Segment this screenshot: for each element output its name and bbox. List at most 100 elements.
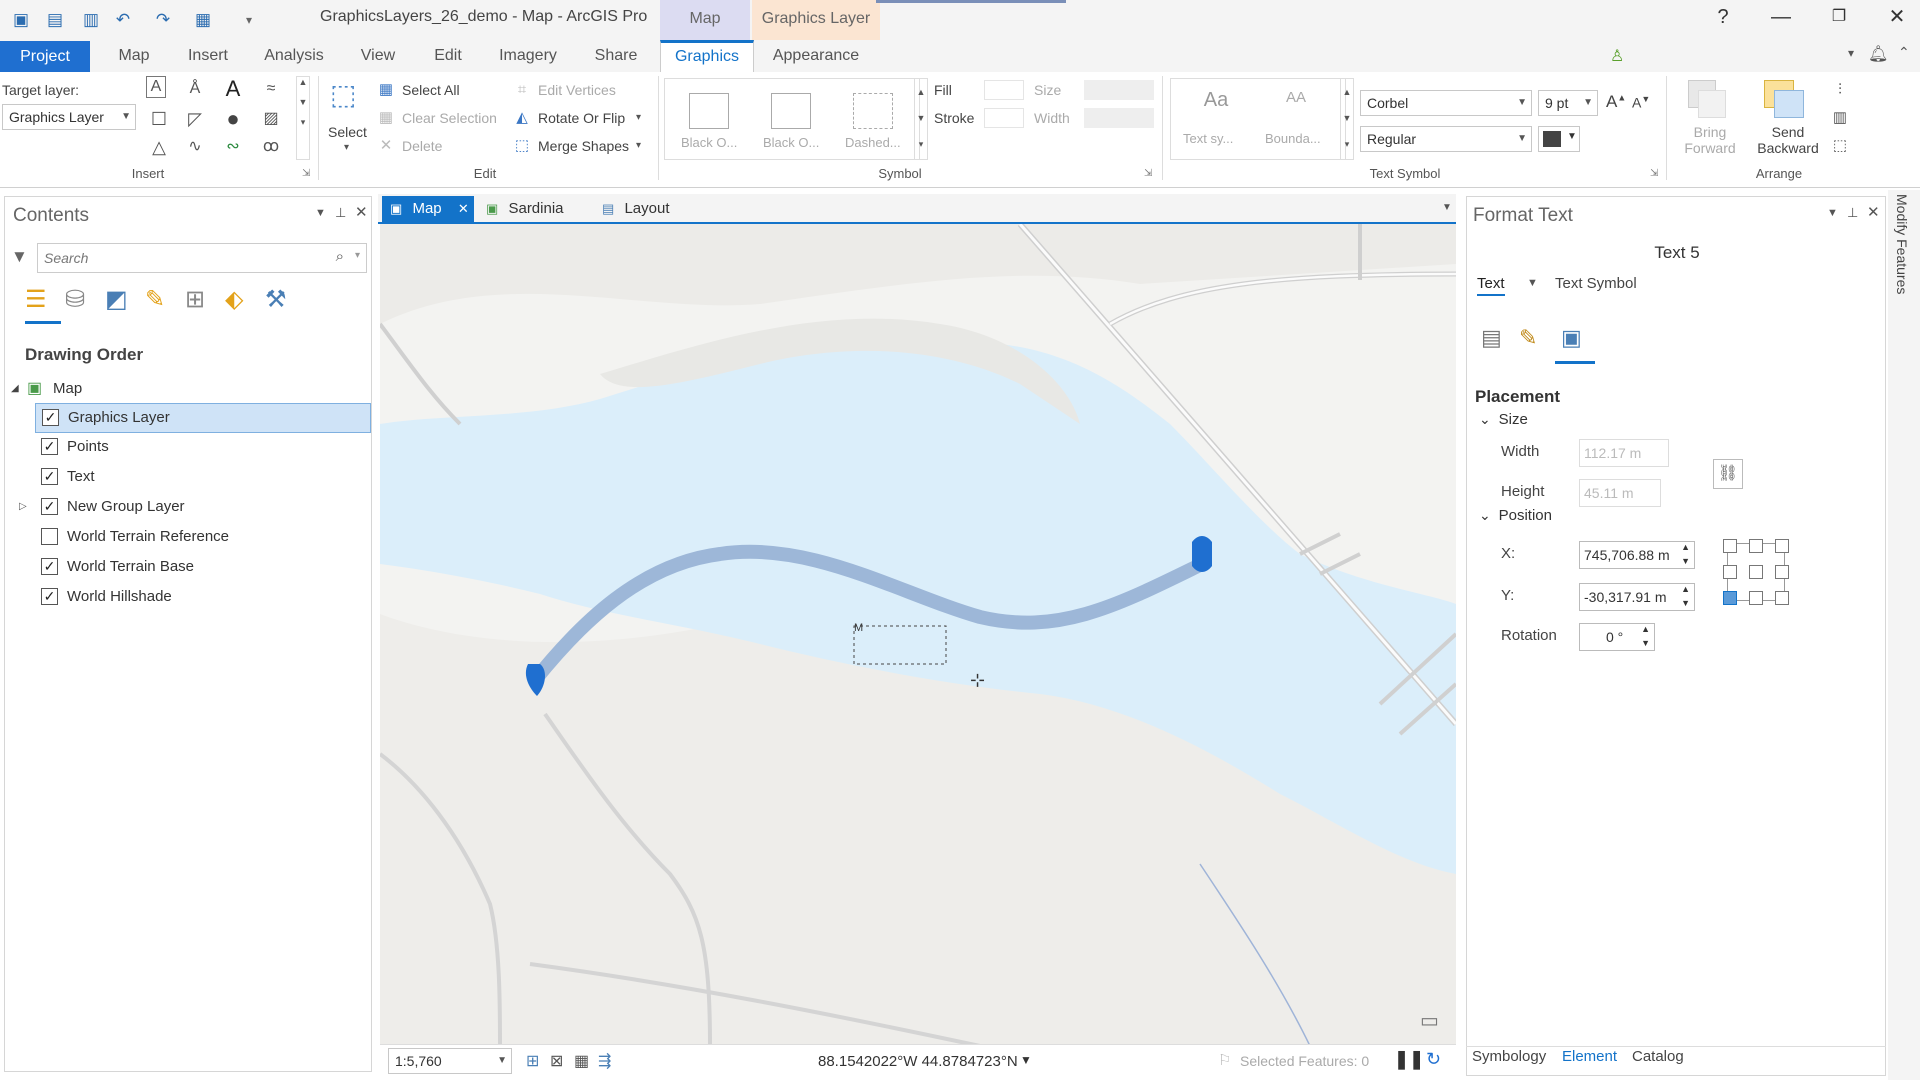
rotation-input[interactable]: 0 ° ▲ ▼ — [1579, 623, 1655, 651]
close-pane-icon[interactable]: ✕ — [1867, 203, 1880, 221]
fill-color-picker[interactable] — [984, 80, 1024, 100]
minimize-button[interactable]: — — [1752, 0, 1810, 36]
anchor-center[interactable] — [1749, 565, 1763, 579]
decrease-font-icon[interactable]: A▼ — [1632, 94, 1650, 111]
filter-icon[interactable]: ▼ — [11, 247, 28, 267]
merge-dropdown-icon[interactable]: ▾ — [636, 140, 641, 151]
pane-options-icon[interactable]: ▼ — [315, 207, 326, 219]
layer-visibility-checkbox[interactable]: ✓ — [41, 498, 58, 515]
toc-layer-row[interactable]: ✓ Points — [35, 433, 371, 463]
bottom-tab-symbology[interactable]: Symbology — [1472, 1048, 1546, 1065]
rotate-dropdown-icon[interactable]: ▾ — [636, 112, 641, 123]
tab-view[interactable]: View — [350, 40, 406, 72]
size-input[interactable] — [1084, 80, 1154, 100]
select-button[interactable]: Select — [328, 124, 367, 140]
group-icon[interactable]: ⬚ — [1830, 136, 1850, 156]
target-layer-dropdown[interactable]: Graphics Layer ▼ — [2, 104, 136, 130]
spinner-arrows-icon[interactable]: ▲ ▼ — [1681, 540, 1690, 568]
anchor-bottom-left[interactable] — [1723, 591, 1737, 605]
width-input[interactable]: 112.17 m — [1579, 439, 1669, 467]
editing-icon[interactable]: ✎ — [145, 285, 165, 314]
text-gallery-scroll[interactable]: ▲ ▼ ▾ — [1340, 78, 1354, 160]
layer-visibility-checkbox[interactable]: ✓ — [41, 468, 58, 485]
position-section-toggle[interactable]: ⌄ Position — [1479, 507, 1552, 524]
pane-options-icon[interactable]: ▼ — [1827, 207, 1838, 219]
close-window-button[interactable]: ✕ — [1868, 0, 1920, 36]
rotate-or-flip-button[interactable]: Rotate Or Flip — [538, 110, 625, 126]
font-style-dropdown[interactable]: Regular ▼ — [1360, 126, 1532, 152]
placement-icon[interactable]: ▣ — [1561, 325, 1582, 351]
pin-icon[interactable]: ⊥ — [335, 205, 346, 221]
gallery-scroll[interactable]: ▲ ▼ ▾ — [296, 76, 310, 160]
tab-graphics[interactable]: Graphics — [660, 40, 754, 72]
pause-drawing-icon[interactable]: ❚❚ — [1394, 1049, 1424, 1070]
reference-scale-icon[interactable]: ⊠ — [550, 1051, 563, 1071]
open-folder-icon[interactable]: ▤ — [44, 9, 66, 31]
lock-aspect-icon[interactable]: ⛓ — [1713, 459, 1743, 489]
spinner-arrows-icon[interactable]: ▲ ▼ — [1641, 622, 1650, 650]
send-backward-button[interactable]: Send Backward — [1756, 124, 1820, 156]
close-pane-icon[interactable]: ✕ — [355, 203, 368, 221]
expand-triangle-icon[interactable]: ▷ — [19, 493, 27, 521]
modify-features-tab[interactable]: Modify Features — [1894, 194, 1910, 294]
size-section-toggle[interactable]: ⌄ Size — [1479, 411, 1528, 428]
send-backward-icon[interactable] — [1764, 80, 1804, 120]
clear-selection-button[interactable]: Clear Selection — [402, 110, 497, 126]
curve-icon[interactable]: ∾ — [220, 134, 246, 160]
text-tool-icon[interactable]: A — [146, 76, 166, 98]
anchor-top-center[interactable] — [1749, 539, 1763, 553]
select-dropdown-icon[interactable]: ▾ — [344, 142, 349, 153]
layer-visibility-checkbox[interactable]: ✓ — [41, 588, 58, 605]
view-tab-layout[interactable]: ▤ Layout — [602, 196, 702, 222]
tab-imagery[interactable]: Imagery — [490, 40, 566, 72]
contents-search-input[interactable]: Search ⌕ ▾ — [37, 243, 367, 273]
tab-map[interactable]: Map — [104, 40, 164, 72]
increase-font-icon[interactable]: A▲ — [1606, 92, 1626, 112]
labeling-icon[interactable]: ⬖ — [225, 285, 243, 314]
font-family-dropdown[interactable]: Corbel ▼ — [1360, 90, 1532, 116]
distribute-icon[interactable]: ▥ — [1830, 108, 1850, 128]
edit-vertices-button[interactable]: Edit Vertices — [538, 82, 616, 98]
format-tab-text[interactable]: Text — [1477, 275, 1505, 296]
pin-icon[interactable]: ⊥ — [1847, 205, 1858, 221]
anchor-point-grid[interactable] — [1723, 539, 1791, 607]
text-symbol-swatch-glyph[interactable]: Aa — [1181, 89, 1251, 112]
anchor-top-right[interactable] — [1775, 539, 1789, 553]
map-text-element[interactable]: M — [854, 622, 863, 634]
line-icon[interactable]: ∿ — [182, 134, 208, 160]
lasso-icon[interactable]: △ — [146, 134, 172, 160]
customize-toolbar-icon[interactable]: ▾ — [238, 9, 260, 31]
toc-layer-row[interactable]: ✓ Text — [35, 463, 371, 493]
tab-analysis[interactable]: Analysis — [256, 40, 332, 72]
drawing-order-icon[interactable]: ☰ — [25, 285, 47, 314]
layer-visibility-checkbox[interactable] — [41, 528, 58, 545]
refresh-icon[interactable]: ↻ — [1426, 1049, 1441, 1070]
bottom-tab-catalog[interactable]: Catalog — [1632, 1048, 1684, 1065]
collapse-ribbon-icon[interactable]: ⌃ — [1898, 44, 1910, 61]
splined-text-icon[interactable]: Å — [182, 76, 208, 102]
symbol-swatch-1[interactable]: Black O... — [671, 83, 747, 153]
ribbon-options-icon[interactable]: ▾ — [1848, 46, 1854, 60]
chevron-down-icon[interactable]: ▼ — [1527, 277, 1538, 289]
help-button[interactable]: ? — [1694, 0, 1752, 36]
close-tab-icon[interactable]: ✕ — [458, 201, 469, 216]
view-tab-sardinia[interactable]: ▣ Sardinia — [484, 196, 584, 222]
width-input[interactable] — [1084, 108, 1154, 128]
notification-bell-icon[interactable]: 🔔︎ — [1868, 44, 1888, 64]
layer-visibility-checkbox[interactable]: ✓ — [41, 558, 58, 575]
anchor-middle-left[interactable] — [1723, 565, 1737, 579]
toc-layer-row[interactable]: ✓ World Hillshade — [35, 583, 371, 613]
grid-icon[interactable]: ▦ — [574, 1051, 589, 1071]
text-properties-icon[interactable]: ▤ — [1481, 325, 1502, 351]
symbol-launcher-icon[interactable]: ⇲ — [1144, 168, 1152, 179]
large-text-icon[interactable]: A — [220, 76, 246, 102]
perspective-icon[interactable]: ⚒ — [265, 285, 287, 314]
anchor-bottom-center[interactable] — [1749, 591, 1763, 605]
anchor-top-left[interactable] — [1723, 539, 1737, 553]
height-input[interactable]: 45.11 m — [1579, 479, 1661, 507]
stroke-color-picker[interactable] — [984, 108, 1024, 128]
boundary-swatch-glyph[interactable]: AA — [1261, 89, 1331, 106]
tab-list-dropdown-icon[interactable]: ▼ — [1442, 202, 1452, 213]
tab-appearance[interactable]: Appearance — [760, 40, 872, 72]
toc-layer-row[interactable]: World Terrain Reference — [35, 523, 371, 553]
